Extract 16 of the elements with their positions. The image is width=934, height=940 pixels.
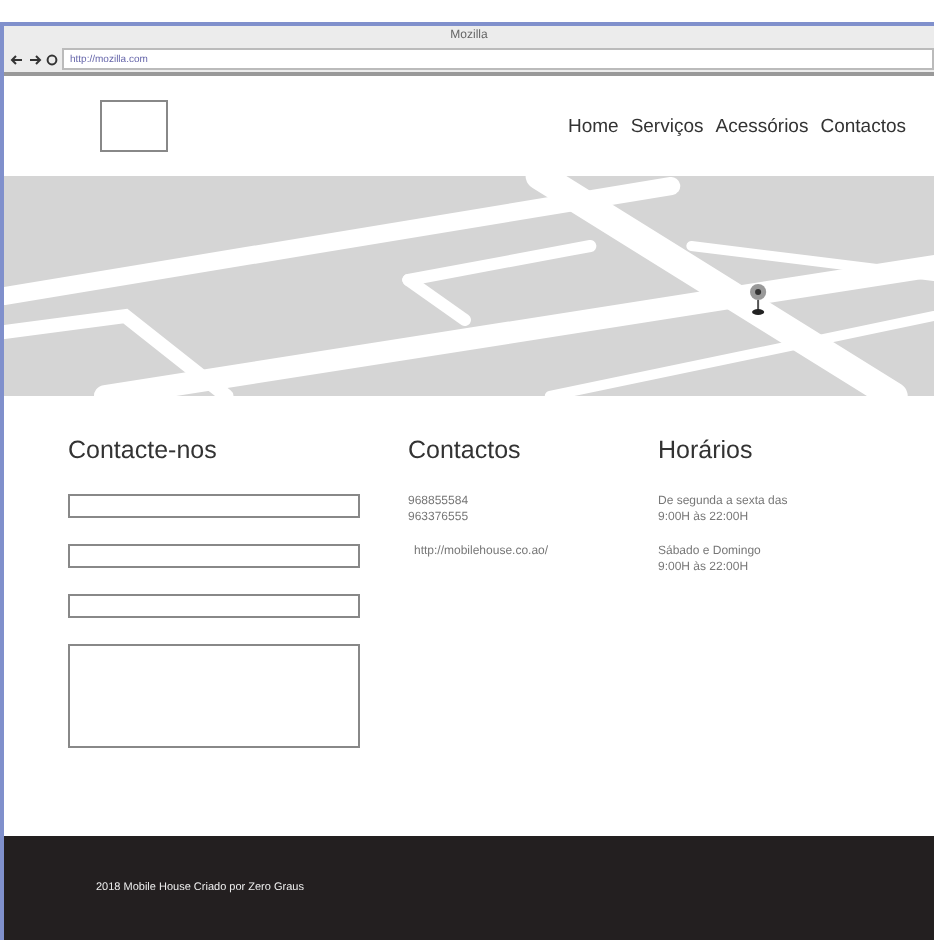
input-field[interactable] <box>68 544 360 568</box>
message-field[interactable] <box>68 644 360 748</box>
nav-link[interactable]: Acessórios <box>715 115 809 137</box>
section-heading: Horários <box>658 436 755 464</box>
nav-link[interactable]: Serviços <box>630 115 704 137</box>
reload-icon[interactable] <box>46 53 58 65</box>
map-pin-icon <box>750 284 767 315</box>
section-heading: Contacte-nos <box>68 436 219 464</box>
section-heading: Contactos <box>408 436 523 464</box>
input-field[interactable] <box>68 494 360 518</box>
logo-placeholder <box>100 100 168 152</box>
forward-icon[interactable] <box>28 53 42 65</box>
nav-link[interactable]: Contactos <box>820 115 906 137</box>
nav-link[interactable]: Home <box>567 115 619 137</box>
back-icon[interactable] <box>10 53 24 65</box>
input-field[interactable] <box>68 594 360 618</box>
